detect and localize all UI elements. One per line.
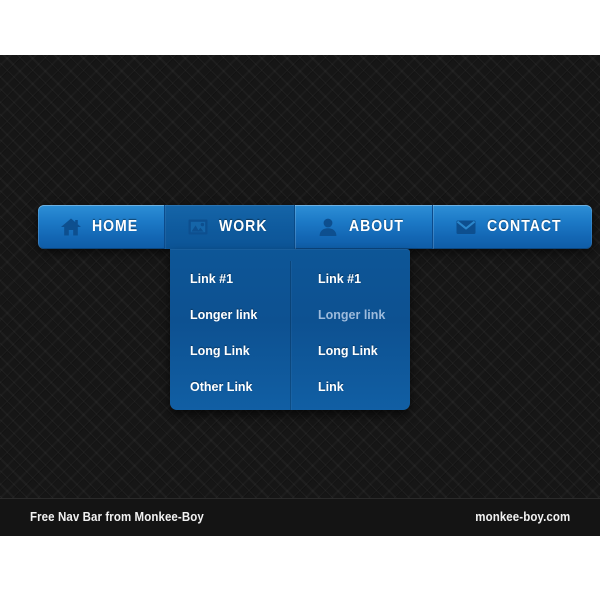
- dropdown-link[interactable]: Longer link: [190, 297, 290, 333]
- nav-label-about: About: [349, 218, 405, 235]
- dropdown-link[interactable]: Other Link: [190, 369, 290, 405]
- nav-label-home: Home: [92, 218, 139, 235]
- home-icon: [60, 216, 82, 238]
- nav-item-home[interactable]: Home: [38, 205, 166, 249]
- nav-label-contact: Contact: [486, 218, 562, 235]
- screenshot-stage: Home Work About: [0, 0, 600, 600]
- work-dropdown-menu: Link #1 Longer link Long Link Other Link…: [170, 249, 410, 410]
- picture-icon: [187, 216, 209, 238]
- dropdown-link[interactable]: Link: [318, 369, 410, 405]
- nav-label-work: Work: [219, 218, 268, 235]
- person-icon: [317, 216, 339, 238]
- dropdown-link[interactable]: Long Link: [318, 333, 410, 369]
- nav-item-about[interactable]: About: [295, 205, 433, 249]
- dropdown-link-hover[interactable]: Longer link: [318, 297, 410, 333]
- dropdown-link[interactable]: Long Link: [190, 333, 290, 369]
- dropdown-link[interactable]: Link #1: [318, 261, 410, 297]
- dropdown-column-1: Link #1 Longer link Long Link Other Link: [170, 261, 290, 410]
- envelope-icon: [455, 216, 477, 238]
- nav-item-contact[interactable]: Contact: [432, 205, 592, 249]
- dropdown-column-2: Link #1 Longer link Long Link Link: [290, 261, 410, 410]
- nav-item-work[interactable]: Work: [165, 205, 296, 249]
- dropdown-link[interactable]: Link #1: [190, 261, 290, 297]
- main-navigation-bar: Home Work About: [38, 205, 592, 249]
- footer-credit-text: Free Nav Bar from Monkee-Boy: [30, 510, 204, 524]
- footer-bar: Free Nav Bar from Monkee-Boy monkee-boy.…: [0, 498, 600, 536]
- footer-website-link[interactable]: monkee-boy.com: [475, 510, 570, 524]
